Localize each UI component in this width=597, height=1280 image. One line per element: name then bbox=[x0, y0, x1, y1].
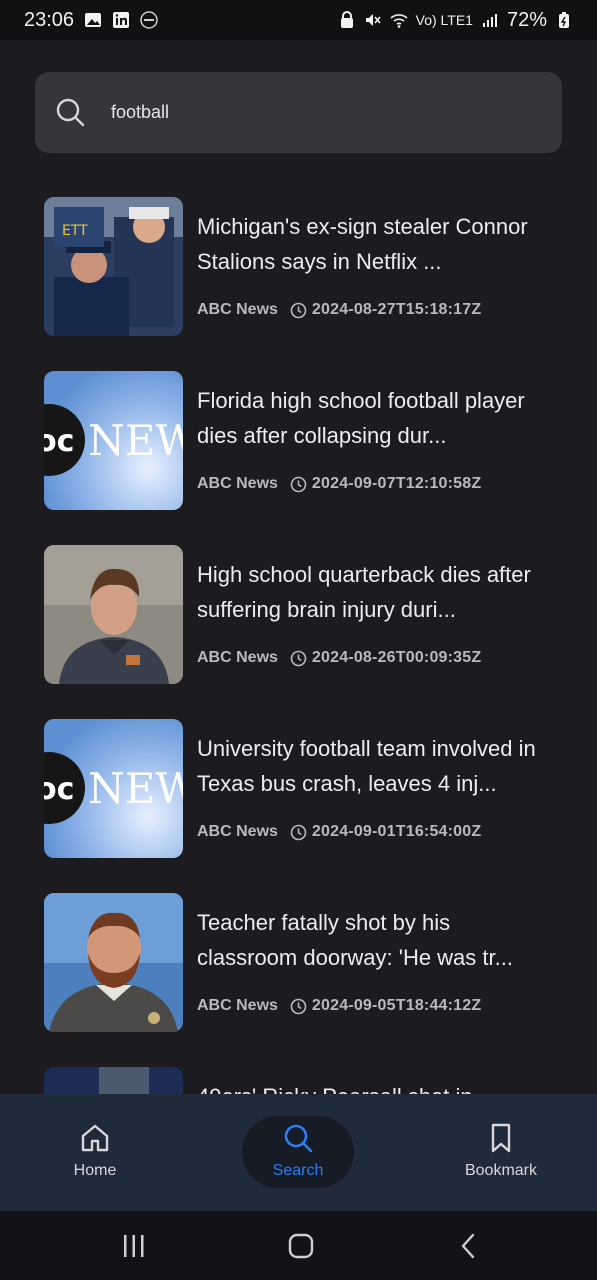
search-bar[interactable]: football bbox=[35, 72, 562, 153]
search-icon bbox=[56, 98, 85, 126]
article-meta: ABC News 2024-08-27T15:18:17Z bbox=[197, 301, 481, 319]
network-label: Vo) LTE1 bbox=[415, 12, 473, 28]
article-title[interactable]: Florida high school football player dies… bbox=[197, 383, 552, 453]
article-meta: ABC News 2024-09-01T16:54:00Z bbox=[197, 823, 481, 841]
bookmark-icon bbox=[491, 1123, 511, 1153]
mute-icon bbox=[365, 14, 381, 26]
wifi-icon bbox=[390, 14, 408, 28]
battery-icon bbox=[559, 12, 569, 28]
article-meta: ABC News 2024-09-05T18:44:12Z bbox=[197, 997, 481, 1015]
article-thumbnail: ETT bbox=[44, 197, 183, 336]
recent-apps-icon[interactable] bbox=[120, 1233, 148, 1259]
article-thumbnail bbox=[44, 893, 183, 1032]
article-meta: ABC News 2024-09-07T12:10:58Z bbox=[197, 475, 481, 493]
status-bar: 23:06 Vo) LTE1 72% bbox=[0, 0, 597, 40]
article-date: 2024-09-07T12:10:58Z bbox=[311, 475, 482, 492]
article-source: ABC News bbox=[197, 475, 278, 492]
abc-news-logo-text: NEW bbox=[88, 764, 183, 813]
article-title[interactable]: Teacher fatally shot by his classroom do… bbox=[197, 905, 552, 975]
list-item[interactable]: oc NEW Florida high school football play… bbox=[44, 371, 564, 511]
list-item[interactable]: 49ers' Ricky Pearsall shot in bbox=[44, 1067, 564, 1095]
clock-icon bbox=[290, 650, 307, 666]
gallery-icon bbox=[85, 13, 102, 27]
signal-icon bbox=[482, 14, 497, 27]
search-icon bbox=[284, 1124, 313, 1153]
lock-icon bbox=[340, 11, 353, 28]
clock-icon bbox=[290, 824, 307, 840]
article-date: 2024-09-01T16:54:00Z bbox=[311, 823, 482, 840]
nav-home[interactable]: Home bbox=[45, 1094, 145, 1211]
status-time: 23:06 bbox=[24, 8, 75, 31]
nav-home-label: Home bbox=[73, 1162, 117, 1179]
home-icon bbox=[81, 1124, 109, 1152]
abc-news-logo-text: NEW bbox=[88, 416, 183, 465]
article-title[interactable]: 49ers' Ricky Pearsall shot in bbox=[197, 1079, 552, 1095]
article-title[interactable]: University football team involved in Tex… bbox=[197, 731, 552, 801]
article-date: 2024-08-26T00:09:35Z bbox=[311, 649, 482, 666]
list-item[interactable]: Teacher fatally shot by his classroom do… bbox=[44, 893, 564, 1033]
bottom-navigation: Home Search Bookmark bbox=[0, 1094, 597, 1211]
article-source: ABC News bbox=[197, 301, 278, 318]
app-badge-icon bbox=[140, 11, 158, 29]
back-icon[interactable] bbox=[458, 1232, 480, 1260]
battery-percent: 72% bbox=[506, 8, 547, 31]
list-item[interactable]: ETT Michigan's ex-sign stealer Connor St… bbox=[44, 197, 564, 337]
article-meta: ABC News 2024-08-26T00:09:35Z bbox=[197, 649, 481, 667]
article-thumbnail bbox=[44, 1067, 183, 1095]
svg-text:oc: oc bbox=[44, 424, 74, 459]
list-item[interactable]: High school quarterback dies after suffe… bbox=[44, 545, 564, 685]
nav-search-label: Search bbox=[272, 1162, 324, 1179]
svg-text:oc: oc bbox=[44, 772, 74, 807]
nav-bookmark[interactable]: Bookmark bbox=[446, 1094, 556, 1211]
nav-search[interactable]: Search bbox=[248, 1094, 348, 1211]
article-date: 2024-09-05T18:44:12Z bbox=[311, 997, 482, 1014]
article-source: ABC News bbox=[197, 649, 278, 666]
article-thumbnail: oc NEW bbox=[44, 719, 183, 858]
list-item[interactable]: oc NEW University football team involved… bbox=[44, 719, 564, 859]
article-source: ABC News bbox=[197, 997, 278, 1014]
article-title[interactable]: Michigan's ex-sign stealer Connor Stalio… bbox=[197, 209, 552, 279]
system-navigation-bar bbox=[0, 1211, 597, 1280]
results-list[interactable]: ETT Michigan's ex-sign stealer Connor St… bbox=[0, 197, 597, 1095]
clock-icon bbox=[290, 476, 307, 492]
article-title[interactable]: High school quarterback dies after suffe… bbox=[197, 557, 552, 627]
nav-bookmark-label: Bookmark bbox=[464, 1162, 538, 1179]
linkedin-icon bbox=[113, 12, 130, 28]
article-date: 2024-08-27T15:18:17Z bbox=[311, 301, 482, 318]
clock-icon bbox=[290, 998, 307, 1014]
article-source: ABC News bbox=[197, 823, 278, 840]
article-thumbnail: oc NEW bbox=[44, 371, 183, 510]
clock-icon bbox=[290, 302, 307, 318]
article-thumbnail bbox=[44, 545, 183, 684]
search-input[interactable]: football bbox=[111, 102, 169, 123]
home-button-icon[interactable] bbox=[287, 1232, 315, 1260]
svg-text:ETT: ETT bbox=[62, 223, 88, 239]
